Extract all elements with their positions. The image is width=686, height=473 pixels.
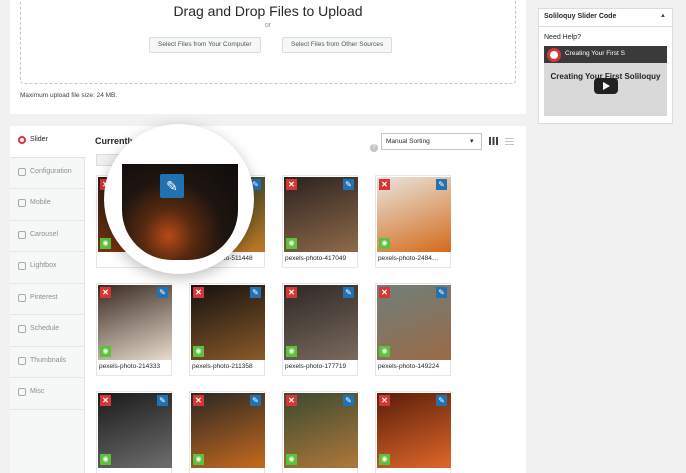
image-card[interactable]: ✕ ✎ ◉ pexels-photo-211358 <box>189 283 265 376</box>
sort-select[interactable]: Manual Sorting <box>381 133 482 150</box>
edit-icon[interactable]: ✎ <box>160 174 184 198</box>
delete-icon[interactable]: ✕ <box>100 287 111 298</box>
edit-icon[interactable]: ✎ <box>157 395 168 406</box>
delete-icon[interactable]: ✕ <box>100 395 111 406</box>
visibility-icon[interactable]: ◉ <box>286 454 297 465</box>
tab-label: Slider <box>30 136 48 143</box>
tab-mobile[interactable]: Mobile <box>10 189 85 221</box>
edit-icon[interactable]: ✎ <box>436 287 447 298</box>
image-filename: pexels-photo-417049 <box>285 255 347 262</box>
edit-icon[interactable]: ✎ <box>436 395 447 406</box>
edit-icon[interactable]: ✎ <box>250 287 261 298</box>
delete-icon[interactable]: ✕ <box>286 179 297 190</box>
collapse-icon[interactable]: ▲ <box>660 13 666 19</box>
image-card[interactable]: ✕ ✎ ◉ pexels-photo-149224 <box>375 283 451 376</box>
list-view-icon[interactable] <box>505 137 514 145</box>
dropzone[interactable]: Drag and Drop Files to Upload or Select … <box>20 0 516 84</box>
help-video[interactable]: Creating Your First S Creating Your Firs… <box>544 46 667 116</box>
calendar-icon <box>18 325 26 333</box>
slider-code-box: Soliloquy Slider Code ▲ Need Help? Creat… <box>538 8 673 124</box>
soliloquy-logo-icon <box>547 48 561 62</box>
delete-icon[interactable]: ✕ <box>379 287 390 298</box>
tab-misc[interactable]: Misc <box>10 378 85 410</box>
slider-code-title: Soliloquy Slider Code <box>544 13 617 20</box>
slider-icon <box>18 136 26 144</box>
carousel-icon <box>18 230 26 239</box>
visibility-icon[interactable]: ◉ <box>379 346 390 357</box>
delete-icon[interactable]: ✕ <box>286 395 297 406</box>
delete-icon[interactable]: ✕ <box>193 287 204 298</box>
need-help-label: Need Help? <box>544 34 581 41</box>
settings-tabs: Slider Configuration Mobile Carousel Lig… <box>10 126 86 473</box>
image-filename: pexels-photo-2484… <box>378 255 439 262</box>
video-header-title: Creating Your First S <box>565 50 625 57</box>
edit-icon[interactable]: ✎ <box>157 287 168 298</box>
visibility-icon[interactable]: ◉ <box>379 454 390 465</box>
chevron-down-icon[interactable]: ▾ <box>470 137 474 145</box>
dropzone-or: or <box>264 22 272 29</box>
tab-label: Lightbox <box>30 262 57 269</box>
edit-icon[interactable]: ✎ <box>250 395 261 406</box>
visibility-icon[interactable]: ◉ <box>193 346 204 357</box>
image-card[interactable]: ✕ ✎ ◉ <box>375 391 451 473</box>
tab-lightbox[interactable]: Lightbox <box>10 252 85 284</box>
image-filename: pexels-photo-149224 <box>378 363 440 370</box>
slider-code-header[interactable]: Soliloquy Slider Code ▲ <box>539 9 672 27</box>
tab-label: Misc <box>30 388 45 395</box>
image-filename: pexels-photo-214333 <box>99 363 161 370</box>
image-card[interactable]: ✕ ✎ ◉ pexels-photo-177719 <box>282 283 358 376</box>
pinterest-icon <box>18 293 26 302</box>
image-card[interactable]: ✕ ✎ ◉ <box>189 391 265 473</box>
tab-label: Carousel <box>30 230 59 238</box>
edit-icon[interactable]: ✎ <box>343 287 354 298</box>
visibility-icon[interactable]: ◉ <box>379 238 390 249</box>
wrench-icon <box>18 388 26 396</box>
visibility-icon[interactable]: ◉ <box>286 238 297 249</box>
edit-icon[interactable]: ✎ <box>436 179 447 190</box>
delete-icon[interactable]: ✕ <box>286 287 297 298</box>
visibility-icon[interactable]: ◉ <box>286 346 297 357</box>
tab-label: Configuration <box>30 167 72 175</box>
edit-icon[interactable]: ✎ <box>343 179 354 190</box>
image-card[interactable]: ✕ ✎ ◉ <box>282 391 358 473</box>
tab-label: Thumbnails <box>30 356 67 364</box>
lightbox-icon <box>18 262 26 270</box>
help-icon[interactable]: ? <box>370 144 378 152</box>
tab-slider[interactable]: Slider <box>10 126 86 158</box>
gear-icon <box>18 167 26 176</box>
tab-pinterest[interactable]: Pinterest <box>10 284 85 315</box>
max-upload-size: Maximum upload file size: 24 MB. <box>20 92 118 99</box>
image-filename: pexels-photo-211358 <box>192 363 253 370</box>
play-icon[interactable] <box>594 78 618 94</box>
upload-panel: Drag and Drop Files to Upload or Select … <box>10 0 526 114</box>
tab-label: Pinterest <box>30 293 58 301</box>
tab-carousel[interactable]: Carousel <box>10 221 85 252</box>
image-card[interactable]: ✕ ✎ ◉ pexels-photo-2484… <box>375 175 451 268</box>
tab-schedule[interactable]: Schedule <box>10 315 85 347</box>
tab-thumbnails[interactable]: Thumbnails <box>10 347 85 378</box>
tab-configuration[interactable]: Configuration <box>10 158 85 189</box>
tab-label: Mobile <box>30 199 51 206</box>
select-files-other-button[interactable]: Select Files from Other Sources <box>282 37 393 53</box>
visibility-icon[interactable]: ◉ <box>100 454 111 465</box>
delete-icon[interactable]: ✕ <box>379 179 390 190</box>
image-filename: pexels-photo-177719 <box>285 363 347 370</box>
delete-icon[interactable]: ✕ <box>193 395 204 406</box>
visibility-icon[interactable]: ◉ <box>100 346 111 357</box>
mobile-icon <box>18 199 26 207</box>
image-card[interactable]: ✕ ✎ ◉ <box>96 391 172 473</box>
grid-view-icon[interactable] <box>489 137 498 145</box>
visibility-icon[interactable]: ◉ <box>100 238 111 249</box>
dropzone-title: Drag and Drop Files to Upload <box>173 3 363 19</box>
delete-icon[interactable]: ✕ <box>379 395 390 406</box>
edit-button-spotlight: ✎ <box>104 124 254 274</box>
image-card[interactable]: ✕ ✎ ◉ pexels-photo-214333 <box>96 283 172 376</box>
slider-settings-panel: Slider Configuration Mobile Carousel Lig… <box>10 126 526 473</box>
edit-icon[interactable]: ✎ <box>343 395 354 406</box>
visibility-icon[interactable]: ◉ <box>193 454 204 465</box>
select-files-computer-button[interactable]: Select Files from Your Computer <box>149 37 261 53</box>
tab-label: Schedule <box>30 325 60 332</box>
thumbnails-icon <box>18 356 26 365</box>
image-card[interactable]: ✕ ✎ ◉ pexels-photo-417049 <box>282 175 358 268</box>
